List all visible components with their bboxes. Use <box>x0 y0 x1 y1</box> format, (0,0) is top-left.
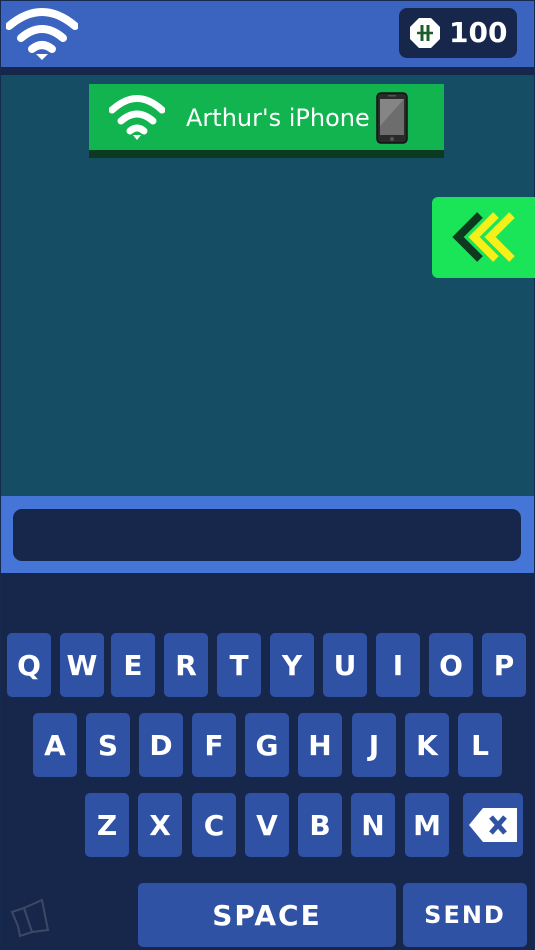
key-c[interactable]: C <box>192 793 236 857</box>
key-p[interactable]: P <box>482 633 526 697</box>
key-t[interactable]: T <box>217 633 261 697</box>
key-u[interactable]: U <box>323 633 367 697</box>
key-d[interactable]: D <box>139 713 183 777</box>
key-q[interactable]: Q <box>7 633 51 697</box>
key-l[interactable]: L <box>458 713 502 777</box>
key-e[interactable]: E <box>111 633 155 697</box>
key-y[interactable]: Y <box>270 633 314 697</box>
coin-counter: 100 <box>399 8 517 58</box>
game-screen: 100 Arthur's iPhone Q W E R T Y U I O P … <box>0 0 535 950</box>
top-bar-divider <box>1 67 534 75</box>
key-i[interactable]: I <box>376 633 420 697</box>
key-r[interactable]: R <box>164 633 208 697</box>
text-input[interactable] <box>13 509 521 561</box>
network-banner[interactable]: Arthur's iPhone <box>89 84 444 158</box>
key-s[interactable]: S <box>86 713 130 777</box>
key-m[interactable]: M <box>405 793 449 857</box>
space-key[interactable]: SPACE <box>138 883 396 947</box>
coin-amount: 100 <box>449 16 508 49</box>
backspace-button[interactable] <box>463 793 523 857</box>
double-chevron-left-icon <box>452 212 515 262</box>
key-n[interactable]: N <box>351 793 395 857</box>
speaker-icon[interactable] <box>8 896 52 942</box>
key-w[interactable]: W <box>60 633 104 697</box>
key-k[interactable]: K <box>405 713 449 777</box>
key-b[interactable]: B <box>298 793 342 857</box>
key-v[interactable]: V <box>245 793 289 857</box>
network-name: Arthur's iPhone <box>186 104 370 132</box>
key-x[interactable]: X <box>138 793 182 857</box>
key-a[interactable]: A <box>33 713 77 777</box>
wifi-icon <box>109 95 165 140</box>
key-h[interactable]: H <box>298 713 342 777</box>
coin-icon <box>410 18 440 48</box>
key-z[interactable]: Z <box>85 793 129 857</box>
key-g[interactable]: G <box>245 713 289 777</box>
network-banner-shadow <box>89 150 444 158</box>
wifi-icon[interactable] <box>6 6 78 60</box>
send-button[interactable]: SEND <box>403 883 527 947</box>
key-o[interactable]: O <box>429 633 473 697</box>
back-button[interactable] <box>432 197 535 278</box>
phone-icon <box>376 92 408 144</box>
backspace-icon <box>469 808 517 842</box>
key-j[interactable]: J <box>352 713 396 777</box>
key-f[interactable]: F <box>192 713 236 777</box>
